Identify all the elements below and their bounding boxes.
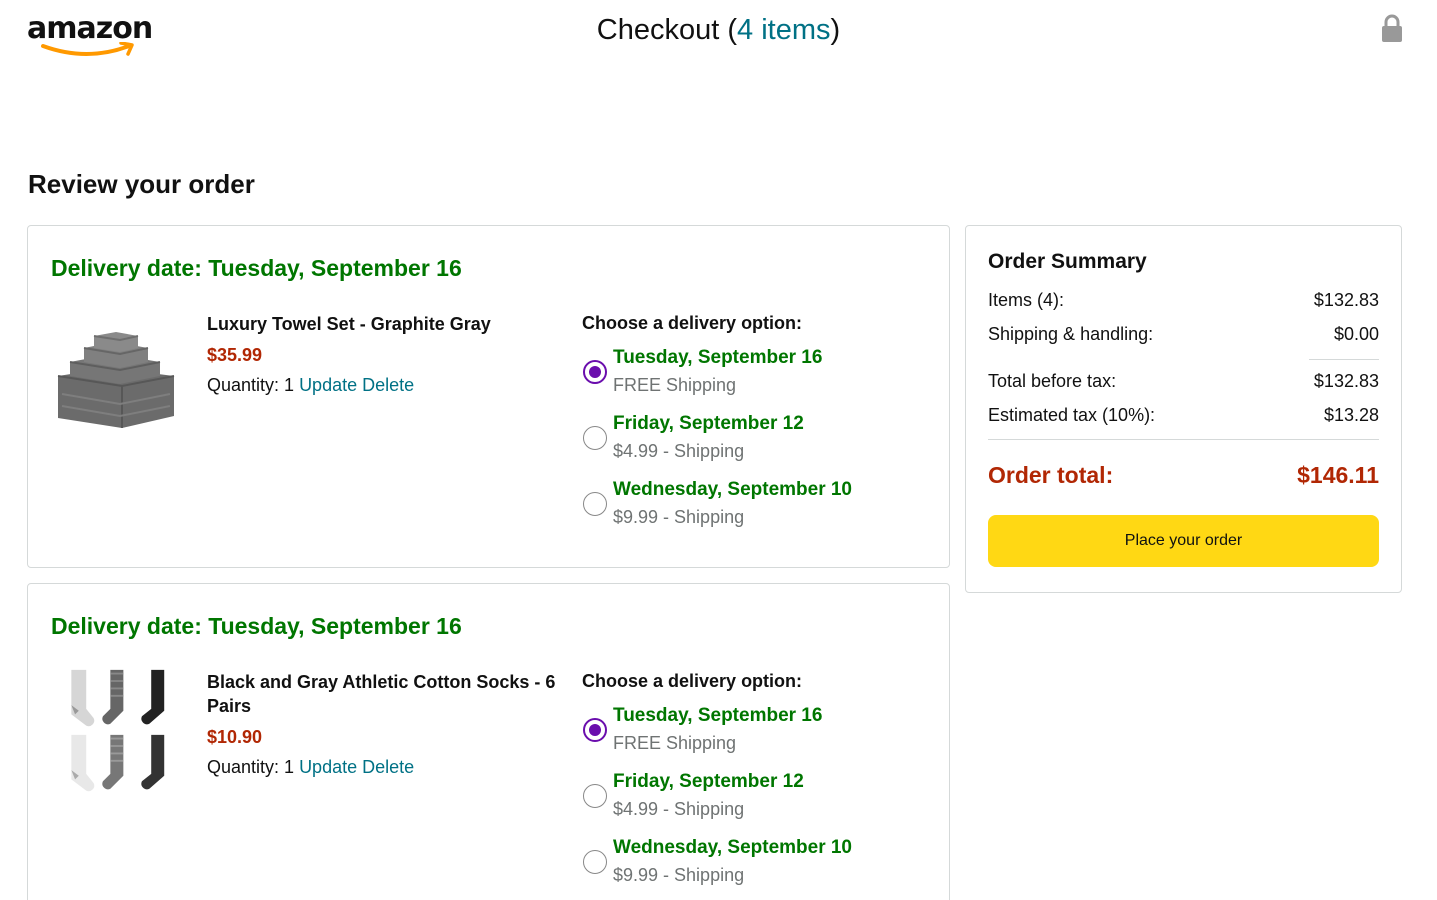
product-info: Luxury Towel Set - Graphite Gray $35.99 …: [207, 312, 557, 396]
summary-divider: [1309, 359, 1379, 360]
option-date: Tuesday, September 16: [613, 705, 823, 726]
summary-before-tax-row: Total before tax: $132.83: [988, 371, 1379, 395]
radio-button[interactable]: [583, 492, 607, 516]
delivery-option[interactable]: Wednesday, September 10 $9.99 - Shipping: [582, 478, 922, 544]
update-link[interactable]: Update: [299, 375, 357, 395]
title-prefix: Checkout (: [596, 14, 738, 46]
review-order-heading: Review your order: [28, 169, 255, 199]
option-date: Wednesday, September 10: [613, 479, 853, 500]
delivery-options-title: Choose a delivery option:: [582, 671, 803, 691]
product-info: Black and Gray Athletic Cotton Socks - 6…: [207, 670, 557, 778]
summary-divider: [988, 439, 1379, 440]
product-price: $10.90: [207, 727, 263, 747]
delivery-option[interactable]: Tuesday, September 16 FREE Shipping: [582, 346, 922, 412]
radio-button[interactable]: [583, 426, 607, 450]
items-label: Items (4):: [988, 290, 1065, 310]
shipping-label: Shipping & handling:: [988, 324, 1154, 344]
option-shipping: $4.99 - Shipping: [613, 441, 745, 461]
tax-label: Estimated tax (10%):: [988, 405, 1156, 425]
order-summary: Order Summary Items (4): $132.83 Shippin…: [965, 225, 1402, 593]
quantity-row: Quantity: 1 Update Delete: [207, 756, 557, 778]
option-shipping: $9.99 - Shipping: [613, 507, 745, 527]
order-item-card: Delivery date: Tuesday, September 16 Bla…: [27, 583, 950, 900]
summary-items-row: Items (4): $132.83: [988, 290, 1379, 314]
option-date: Friday, September 12: [613, 771, 804, 792]
socks-image: [71, 669, 165, 792]
delete-link[interactable]: Delete: [362, 375, 414, 395]
order-total-label: Order total:: [988, 462, 1114, 488]
option-shipping: FREE Shipping: [613, 733, 737, 753]
place-order-button[interactable]: Place your order: [988, 515, 1379, 567]
order-total-value: $146.11: [1297, 462, 1379, 488]
order-item-card: Delivery date: Tuesday, September 16 Lux…: [27, 225, 950, 568]
radio-button-selected[interactable]: [583, 718, 607, 742]
delivery-option[interactable]: Friday, September 12 $4.99 - Shipping: [582, 412, 922, 478]
order-summary-title: Order Summary: [988, 250, 1147, 273]
option-shipping: $4.99 - Shipping: [613, 799, 745, 819]
before-tax-value: $132.83: [1313, 371, 1379, 391]
option-shipping: $9.99 - Shipping: [613, 865, 745, 885]
product-price: $35.99: [207, 345, 263, 365]
delivery-option[interactable]: Tuesday, September 16 FREE Shipping: [582, 704, 922, 770]
page-title: Checkout (4 items): [0, 14, 1437, 47]
before-tax-label: Total before tax:: [988, 371, 1117, 391]
summary-shipping-row: Shipping & handling: $0.00: [988, 324, 1379, 348]
shipping-value: $0.00: [1333, 324, 1379, 344]
delivery-date: Delivery date: Tuesday, September 16: [51, 255, 462, 281]
summary-tax-row: Estimated tax (10%): $13.28: [988, 405, 1379, 429]
delivery-date: Delivery date: Tuesday, September 16: [51, 613, 462, 639]
delivery-option[interactable]: Friday, September 12 $4.99 - Shipping: [582, 770, 922, 836]
lock-icon: [1382, 14, 1402, 42]
delete-link[interactable]: Delete: [362, 757, 414, 777]
delivery-options: Choose a delivery option: Tuesday, Septe…: [582, 670, 922, 900]
towel-set-image: [57, 332, 175, 428]
radio-button-selected[interactable]: [583, 360, 607, 384]
option-shipping: FREE Shipping: [613, 375, 737, 395]
product-name: Black and Gray Athletic Cotton Socks - 6…: [207, 672, 556, 716]
tax-value: $13.28: [1323, 405, 1379, 425]
quantity-row: Quantity: 1 Update Delete: [207, 374, 557, 396]
quantity-text: Quantity: 1: [207, 757, 295, 777]
product-name: Luxury Towel Set - Graphite Gray: [207, 314, 491, 334]
update-link[interactable]: Update: [299, 757, 357, 777]
items-value: $132.83: [1313, 290, 1379, 310]
radio-button[interactable]: [583, 850, 607, 874]
delivery-options: Choose a delivery option: Tuesday, Septe…: [582, 312, 922, 544]
option-date: Wednesday, September 10: [613, 837, 853, 858]
title-suffix: ): [830, 14, 841, 46]
delivery-options-title: Choose a delivery option:: [582, 313, 803, 333]
option-date: Friday, September 12: [613, 413, 804, 434]
quantity-text: Quantity: 1: [207, 375, 295, 395]
item-count-link[interactable]: 4 items: [737, 14, 830, 46]
option-date: Tuesday, September 16: [613, 347, 823, 368]
delivery-option[interactable]: Wednesday, September 10 $9.99 - Shipping: [582, 836, 922, 900]
radio-button[interactable]: [583, 784, 607, 808]
